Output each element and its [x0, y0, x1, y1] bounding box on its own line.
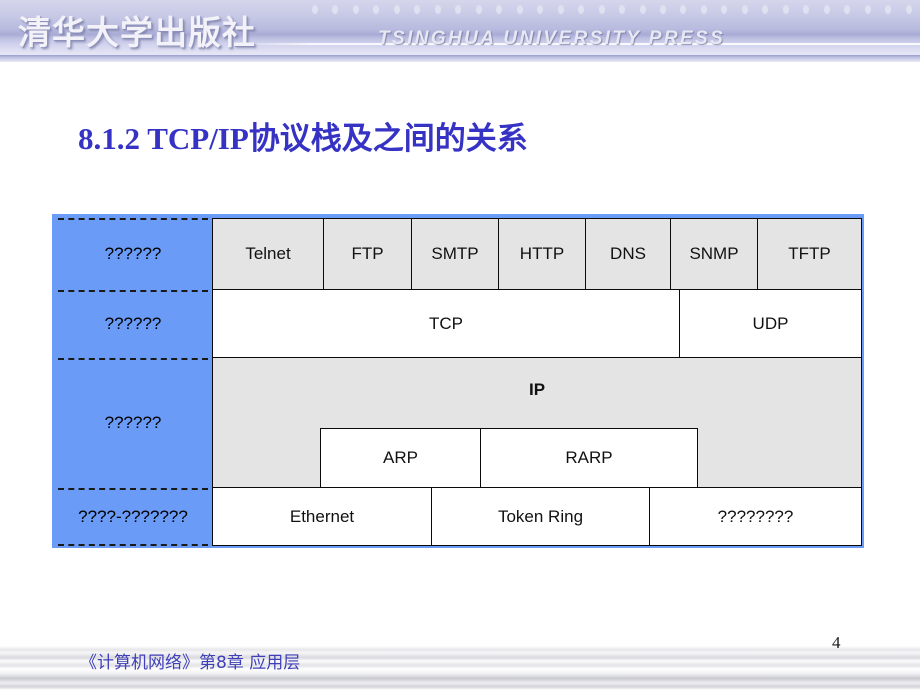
protocol-box-other[interactable]: ???????? — [649, 487, 862, 546]
header-dot-icon — [475, 5, 482, 14]
layer-label-link: ????-??????? — [78, 507, 188, 526]
publisher-logo-english: TSINGHUA UNIVERSITY PRESS — [378, 28, 726, 49]
protocol-box-telnet[interactable]: Telnet — [212, 218, 324, 290]
header-dot-icon — [823, 5, 830, 14]
header-dot-icon — [680, 5, 687, 14]
header-dot-icon — [496, 5, 503, 14]
header-dot-icon — [393, 5, 400, 14]
protocol-box-smtp[interactable]: SMTP — [411, 218, 499, 290]
header-dot-icon — [864, 5, 871, 14]
header-dot-icon — [352, 5, 359, 14]
footer-text: 《计算机网络》第8章 应用层 — [80, 653, 301, 673]
header-dot-icon — [762, 5, 769, 14]
header-dot-icon — [332, 5, 339, 14]
page-number: 4 — [832, 633, 841, 652]
protocol-box-dns[interactable]: DNS — [585, 218, 671, 290]
protocol-box-http[interactable]: HTTP — [498, 218, 586, 290]
protocol-box-ethernet[interactable]: Ethernet — [212, 487, 432, 546]
header-dot-icon — [782, 5, 789, 14]
page-title: 8.1.2 TCP/IP协议栈及之间的关系 — [78, 121, 528, 156]
protocol-box-ftp[interactable]: FTP — [323, 218, 412, 290]
protocol-box-token-ring[interactable]: Token Ring — [431, 487, 650, 546]
header-dot-icon — [434, 5, 441, 14]
layer-label-internet: ?????? — [104, 413, 162, 432]
header-dot-icon — [557, 5, 564, 14]
header-dot-icon — [721, 5, 728, 14]
header-dot-icon — [516, 5, 523, 14]
layer-label-column: ?????? ?????? ?????? ????-??????? — [54, 216, 212, 546]
header-dot-icon — [659, 5, 666, 14]
header-dot-icon — [578, 5, 585, 14]
header-underline — [0, 55, 920, 62]
header-dot-icon — [741, 5, 748, 14]
header-dot-row — [312, 5, 912, 16]
protocol-box-rarp[interactable]: RARP — [480, 428, 698, 488]
protocol-box-udp[interactable]: UDP — [679, 289, 862, 358]
layer-divider-bottom — [58, 544, 208, 546]
header-dot-icon — [639, 5, 646, 14]
protocol-stack: Telnet FTP SMTP HTTP DNS SNMP TFTP TCP U… — [212, 216, 862, 546]
header-banner: 清华大学出版社 TSINGHUA UNIVERSITY PRESS — [0, 0, 920, 62]
header-dot-icon — [537, 5, 544, 14]
layer-label-transport: ?????? — [104, 314, 162, 333]
header-dot-icon — [700, 5, 707, 14]
protocol-box-tcp[interactable]: TCP — [212, 289, 680, 358]
publisher-logo-chinese: 清华大学出版社 — [18, 13, 256, 52]
layer-label-application: ?????? — [104, 244, 162, 263]
header-dot-icon — [598, 5, 605, 14]
header-dot-icon — [905, 5, 912, 14]
header-dot-icon — [619, 5, 626, 14]
header-dot-icon — [414, 5, 421, 14]
header-dot-icon — [885, 5, 892, 14]
header-dot-icon — [373, 5, 380, 14]
protocol-box-snmp[interactable]: SNMP — [670, 218, 758, 290]
header-dot-icon — [844, 5, 851, 14]
header-dot-icon — [803, 5, 810, 14]
tcpip-stack-diagram: ?????? ?????? ?????? ????-??????? Telnet… — [52, 214, 864, 548]
header-dot-icon — [455, 5, 462, 14]
header-dot-icon — [312, 5, 318, 14]
protocol-box-arp[interactable]: ARP — [320, 428, 481, 488]
protocol-box-tftp[interactable]: TFTP — [757, 218, 862, 290]
